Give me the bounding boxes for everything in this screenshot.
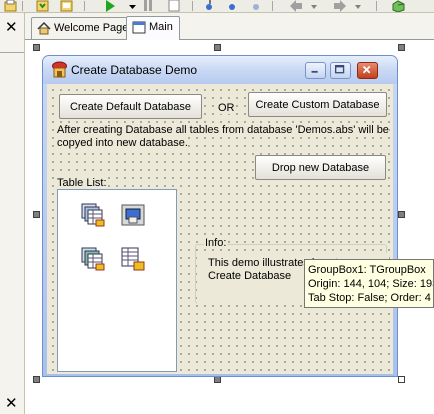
- hint-line-3: Tab Stop: False; Order: 4: [308, 292, 431, 304]
- save-all-icon[interactable]: [60, 0, 73, 12]
- query-component-icon[interactable]: [80, 246, 106, 272]
- or-label: OR: [218, 102, 235, 114]
- close-icon[interactable]: ✕: [5, 20, 18, 35]
- close-button[interactable]: [357, 62, 378, 79]
- hint-line-1: GroupBox1: TGroupBox: [308, 264, 426, 276]
- home-page-icon: [37, 22, 51, 35]
- create-custom-database-button[interactable]: Create Custom Database: [248, 92, 387, 117]
- form-titlebar[interactable]: Create Database Demo: [43, 56, 397, 84]
- dock-panel-header: [0, 40, 24, 53]
- drop-new-database-button[interactable]: Drop new Database: [255, 155, 386, 180]
- selection-handle-bottom-right[interactable]: [398, 376, 405, 383]
- application-icon: [52, 61, 67, 78]
- description-label: After creating Database all tables from …: [57, 124, 389, 136]
- ide-toolbar: [0, 0, 434, 13]
- chevron-down-icon[interactable]: [128, 0, 137, 12]
- form-client-area[interactable]: Create Default Database OR Create Custom…: [47, 84, 393, 374]
- toolbar-separator: [22, 1, 23, 11]
- stop-icon[interactable]: [168, 0, 180, 12]
- selection-handle-bottom-left[interactable]: [33, 376, 40, 383]
- table-list-label: Table List:: [57, 177, 107, 189]
- forward-arrow-icon[interactable]: [334, 0, 346, 12]
- tab-label: Welcome Page: [54, 22, 129, 34]
- maximize-button[interactable]: [330, 62, 351, 79]
- toolbar-separator: [84, 1, 85, 11]
- selection-handle-right[interactable]: [398, 211, 405, 218]
- toolbar-separator: [376, 1, 377, 11]
- info-text-line-2: Create Database: [208, 270, 292, 282]
- back-arrow-icon[interactable]: [290, 0, 302, 12]
- selection-handle-bottom[interactable]: [214, 376, 221, 383]
- component-hint-tooltip: GroupBox1: TGroupBox Origin: 144, 104; S…: [304, 259, 434, 308]
- left-dock-strip: [0, 13, 25, 414]
- description-label-line-2: copyed into new database.: [57, 137, 188, 149]
- form-title: Create Database Demo: [71, 63, 198, 77]
- close-icon[interactable]: ✕: [5, 396, 18, 411]
- create-default-database-button[interactable]: Create Default Database: [59, 94, 202, 119]
- selection-handle-left[interactable]: [33, 211, 40, 218]
- selection-handle-top-left[interactable]: [33, 44, 40, 51]
- table-component-icon[interactable]: [80, 202, 106, 228]
- editor-tab-strip: Welcome Page Main: [25, 13, 434, 40]
- pause-icon[interactable]: [142, 0, 154, 12]
- table-grid-component-icon[interactable]: [120, 246, 146, 272]
- open-file-icon[interactable]: [4, 0, 17, 12]
- chevron-down-icon[interactable]: [354, 0, 362, 12]
- minimize-icon: [311, 70, 318, 73]
- toolbar-separator: [192, 1, 193, 11]
- form-window[interactable]: Create Database Demo Create Default Data…: [42, 55, 398, 377]
- save-icon[interactable]: [36, 0, 49, 12]
- component-palette-icon[interactable]: [392, 0, 405, 12]
- run-to-cursor-icon[interactable]: [250, 0, 262, 12]
- chevron-down-icon[interactable]: [310, 0, 318, 12]
- run-icon[interactable]: [104, 0, 116, 12]
- hint-line-2: Origin: 144, 104; Size: 193: [308, 278, 434, 290]
- selection-handle-top[interactable]: [214, 44, 221, 51]
- maximize-icon: [334, 64, 345, 74]
- tab-label: Main: [149, 21, 173, 33]
- toolbar-separator: [272, 1, 273, 11]
- selection-handle-top-right[interactable]: [398, 44, 405, 51]
- info-caption: Info:: [204, 237, 228, 249]
- step-over-icon[interactable]: [226, 0, 238, 12]
- minimize-button[interactable]: [305, 62, 326, 79]
- table-list-box[interactable]: [57, 189, 177, 372]
- database-component-icon[interactable]: [120, 203, 146, 229]
- tab-main[interactable]: Main: [126, 16, 180, 40]
- tab-welcome-page[interactable]: Welcome Page: [31, 17, 136, 39]
- close-icon: [362, 65, 371, 74]
- form-icon: [132, 21, 146, 34]
- trace-into-icon[interactable]: [204, 0, 216, 12]
